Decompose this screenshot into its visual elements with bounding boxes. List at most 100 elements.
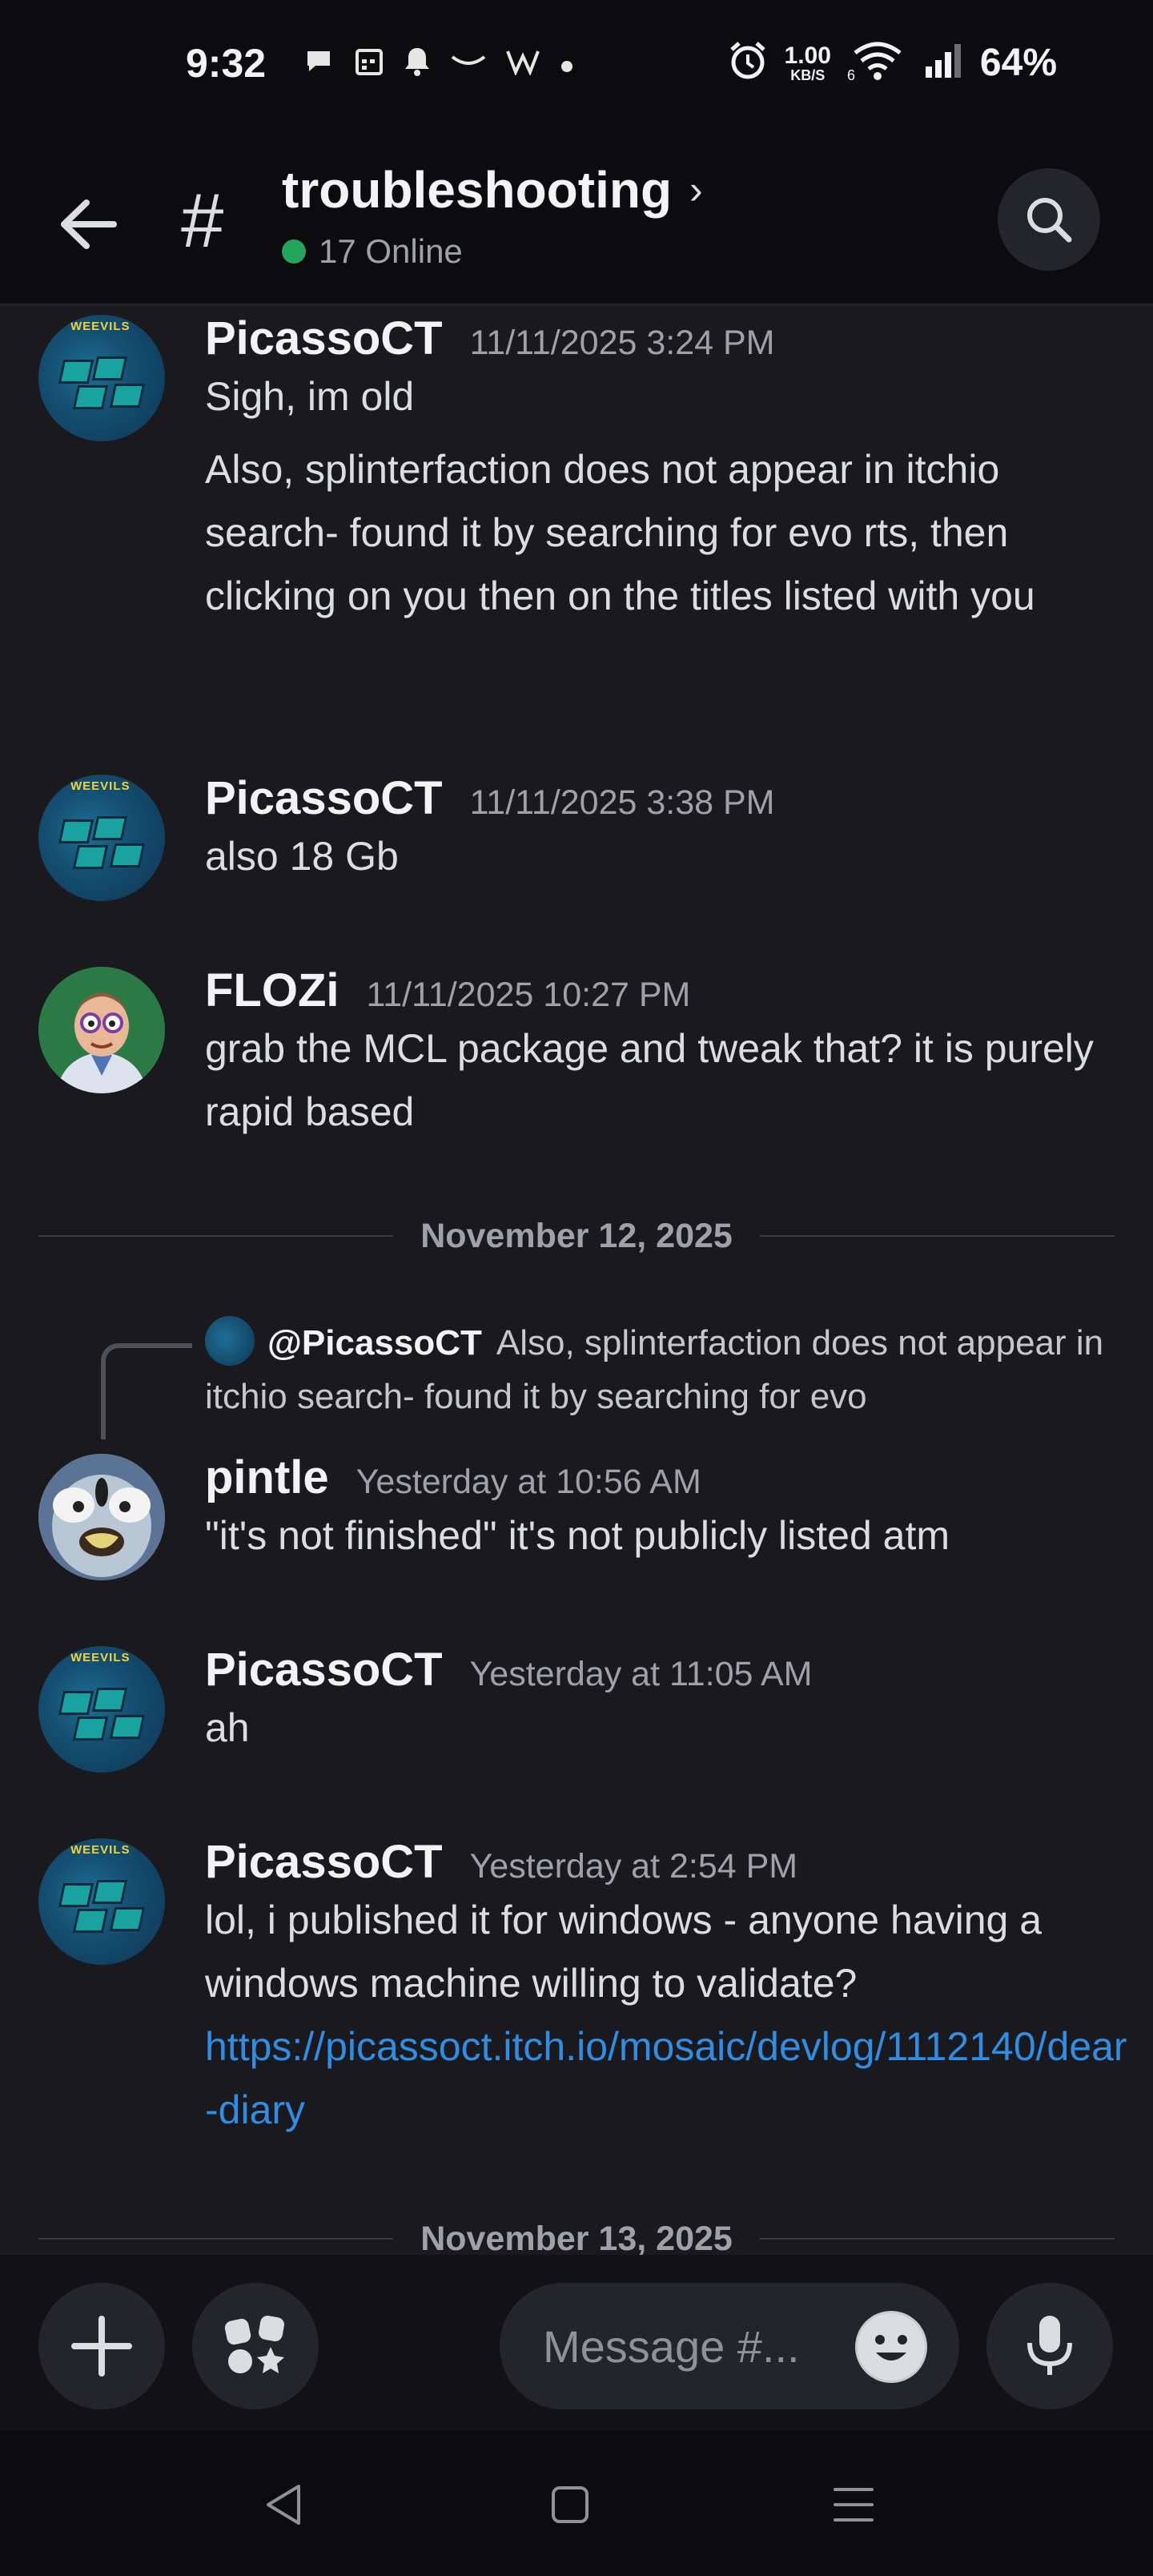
square-home-icon — [552, 2486, 589, 2523]
nav-recents-button[interactable] — [830, 2481, 878, 2529]
date-divider: November 13, 2025 — [38, 2215, 1115, 2255]
smiley-icon — [858, 2313, 925, 2381]
avatar[interactable] — [38, 1454, 165, 1580]
avatar-badge: WEEVILS — [70, 1843, 131, 1857]
message-body: PicassoCT 11/11/2025 3:38 PM also 18 Gb — [205, 771, 1129, 888]
message-text: Also, splinterfaction does not appear in… — [205, 447, 1035, 618]
channel-title[interactable]: troubleshooting › — [282, 160, 703, 219]
plus-icon — [71, 2316, 132, 2377]
network-speed-value: 1.00 — [784, 42, 831, 69]
date-divider-label: November 12, 2025 — [420, 1216, 733, 1255]
message-input[interactable]: Message #... — [500, 2283, 959, 2409]
emoji-button[interactable] — [855, 2311, 927, 2383]
timestamp: 11/11/2025 10:27 PM — [366, 976, 691, 1014]
avatar-badge: WEEVILS — [70, 1651, 131, 1664]
reply-preview[interactable]: @PicassoCT Also, splinterfaction does not… — [205, 1316, 1121, 1423]
status-bar: 9:32 1.00 KB/S 6 64% — [0, 0, 1153, 136]
message-body: pintle Yesterday at 10:56 AM "it's not f… — [205, 1451, 1129, 1568]
battery-level: 64% — [979, 42, 1057, 84]
online-text: 17 Online — [319, 232, 463, 270]
message-text: lol, i published it for windows - anyone… — [205, 1898, 1043, 2006]
author-name[interactable]: PicassoCT — [205, 771, 443, 825]
chevron-right-icon: › — [689, 167, 703, 212]
message-text: Sigh, im old — [205, 374, 415, 419]
apps-icon — [224, 2316, 284, 2373]
avatar[interactable]: WEEVILS — [38, 315, 165, 441]
author-name[interactable]: PicassoCT — [205, 312, 443, 365]
avatar-badge: WEEVILS — [70, 779, 131, 793]
alarm-icon — [727, 40, 769, 86]
system-icons: 1.00 KB/S 6 64% — [727, 40, 1057, 86]
channel-header: # troubleshooting › 17 Online — [0, 136, 1153, 306]
professor-face-icon — [38, 967, 165, 1093]
timestamp: Yesterday at 11:05 AM — [469, 1655, 813, 1693]
timestamp: 11/11/2025 3:24 PM — [469, 324, 775, 362]
author-name[interactable]: PicassoCT — [205, 1643, 443, 1697]
channel-name: troubleshooting — [282, 161, 673, 219]
timestamp: Yesterday at 10:56 AM — [356, 1463, 701, 1501]
w-icon — [506, 46, 540, 83]
system-nav-bar — [0, 2431, 1153, 2576]
date-divider-label: November 13, 2025 — [420, 2219, 733, 2256]
avatar-badge: WEEVILS — [70, 320, 131, 333]
calendar-icon — [354, 45, 384, 85]
message-body: PicassoCT Yesterday at 2:54 PM lol, i pu… — [205, 1835, 1129, 2142]
triangle-back-icon — [267, 2485, 300, 2525]
amazon-icon — [450, 48, 487, 83]
wifi-icon: 6 — [847, 40, 908, 86]
nav-home-button[interactable] — [546, 2481, 594, 2529]
avatar[interactable]: WEEVILS — [38, 775, 165, 901]
message-input-placeholder: Message #... — [543, 2320, 800, 2372]
message-text: "it's not finished" it's not publicly li… — [205, 1513, 950, 1558]
message-body: PicassoCT 11/11/2025 3:24 PM Sigh, im ol… — [205, 312, 1129, 628]
reply-connector — [101, 1343, 192, 1439]
message-text: also 18 Gb — [205, 834, 399, 879]
avatar[interactable] — [38, 967, 165, 1093]
svg-text:6: 6 — [847, 67, 855, 82]
arrow-left-icon — [61, 199, 117, 249]
dot-icon — [559, 48, 575, 83]
search-icon — [1027, 198, 1072, 243]
online-count: 17 Online — [282, 232, 463, 271]
message-list[interactable]: WEEVILS PicassoCT 11/11/2025 3:24 PM Sig… — [0, 308, 1153, 2255]
channel-hash-icon: # — [181, 178, 224, 264]
status-time: 9:32 — [186, 41, 267, 86]
notification-icons — [303, 45, 575, 85]
reply-avatar — [205, 1316, 255, 1366]
author-name[interactable]: pintle — [205, 1451, 329, 1504]
creature-face-icon — [38, 1454, 165, 1580]
search-button[interactable] — [998, 168, 1100, 271]
chat-bubble-icon — [303, 45, 335, 85]
message-text: ah — [205, 1705, 250, 1750]
message-composer: Message #... — [0, 2255, 1153, 2431]
timestamp: Yesterday at 2:54 PM — [469, 1847, 798, 1886]
avatar[interactable]: WEEVILS — [38, 1646, 165, 1773]
reply-author: @PicassoCT — [267, 1323, 482, 1362]
signal-icon — [924, 42, 964, 83]
message-header: PicassoCT 11/11/2025 3:38 PM — [205, 771, 1129, 825]
message-header: FLOZi 11/11/2025 10:27 PM — [205, 964, 1129, 1017]
network-speed-unit: KB/S — [790, 66, 826, 83]
bell-icon — [404, 45, 431, 85]
message-header: pintle Yesterday at 10:56 AM — [205, 1451, 1129, 1504]
apps-button[interactable] — [192, 2283, 319, 2409]
back-button[interactable] — [48, 184, 128, 264]
message-body: FLOZi 11/11/2025 10:27 PM grab the MCL p… — [205, 964, 1129, 1144]
add-attachment-button[interactable] — [38, 2283, 165, 2409]
message-text: grab the MCL package and tweak that? it … — [205, 1026, 1094, 1134]
microphone-icon — [1027, 2316, 1072, 2375]
message-header: PicassoCT 11/11/2025 3:24 PM — [205, 312, 1129, 365]
author-name[interactable]: PicassoCT — [205, 1835, 443, 1889]
message-link[interactable]: https://picassoct.itch.io/mosaic/devlog/… — [205, 2015, 1129, 2142]
message-header: PicassoCT Yesterday at 11:05 AM — [205, 1643, 1129, 1697]
voice-message-button[interactable] — [986, 2283, 1113, 2409]
date-divider: November 12, 2025 — [38, 1212, 1115, 1260]
message-body: PicassoCT Yesterday at 11:05 AM ah — [205, 1643, 1129, 1760]
online-dot-icon — [282, 239, 306, 264]
network-speed: 1.00 KB/S — [784, 42, 831, 83]
nav-back-button[interactable] — [259, 2481, 307, 2529]
message-header: PicassoCT Yesterday at 2:54 PM — [205, 1835, 1129, 1889]
timestamp: 11/11/2025 3:38 PM — [469, 783, 775, 822]
avatar[interactable]: WEEVILS — [38, 1838, 165, 1965]
author-name[interactable]: FLOZi — [205, 964, 339, 1017]
